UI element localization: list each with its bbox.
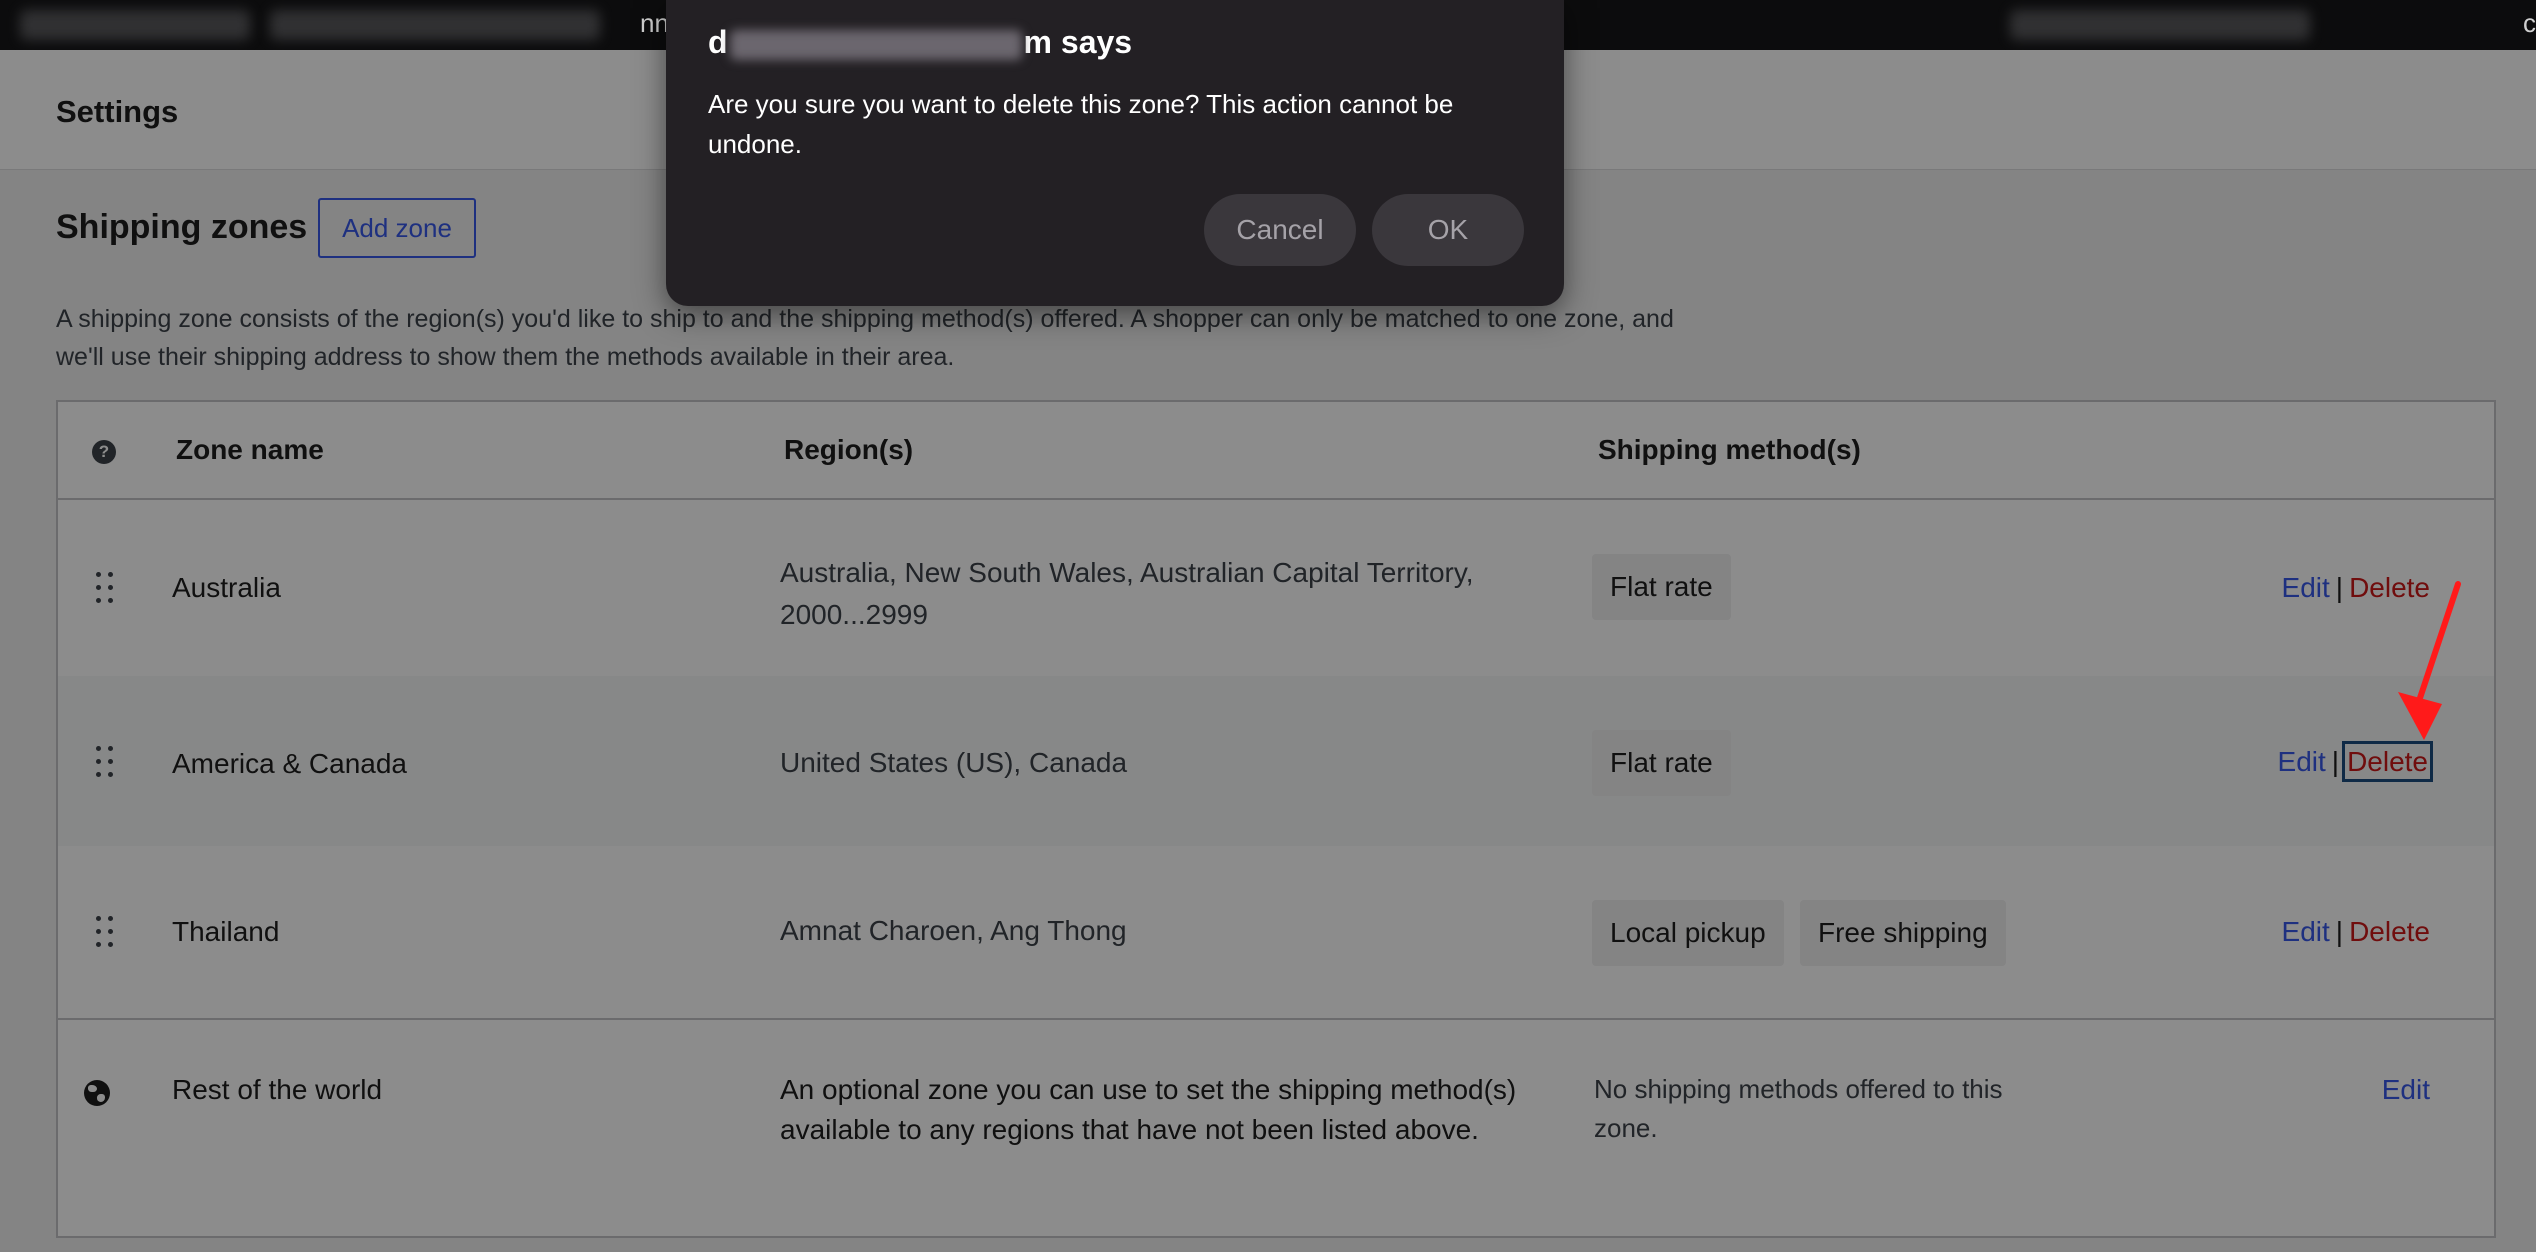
ok-button[interactable]: OK bbox=[1372, 194, 1524, 266]
browser-text-fragment: c bbox=[2523, 8, 2536, 38]
dialog-title-suffix: m says bbox=[1023, 24, 1133, 60]
annotation-arrow bbox=[2398, 581, 2461, 740]
dialog-title: d m says bbox=[708, 24, 1132, 61]
cancel-button[interactable]: Cancel bbox=[1204, 194, 1356, 266]
browser-text-fragment: nn bbox=[640, 8, 669, 38]
blurred-tab-area bbox=[2010, 10, 2310, 40]
dialog-title-prefix: d bbox=[708, 24, 728, 60]
blurred-tab-area bbox=[270, 10, 600, 40]
dialog-message: Are you sure you want to delete this zon… bbox=[708, 89, 1454, 159]
confirm-dialog: d m says Are you sure you want to delete … bbox=[666, 0, 1564, 306]
blurred-tab-area bbox=[20, 10, 250, 40]
blurred-domain bbox=[729, 29, 1022, 60]
